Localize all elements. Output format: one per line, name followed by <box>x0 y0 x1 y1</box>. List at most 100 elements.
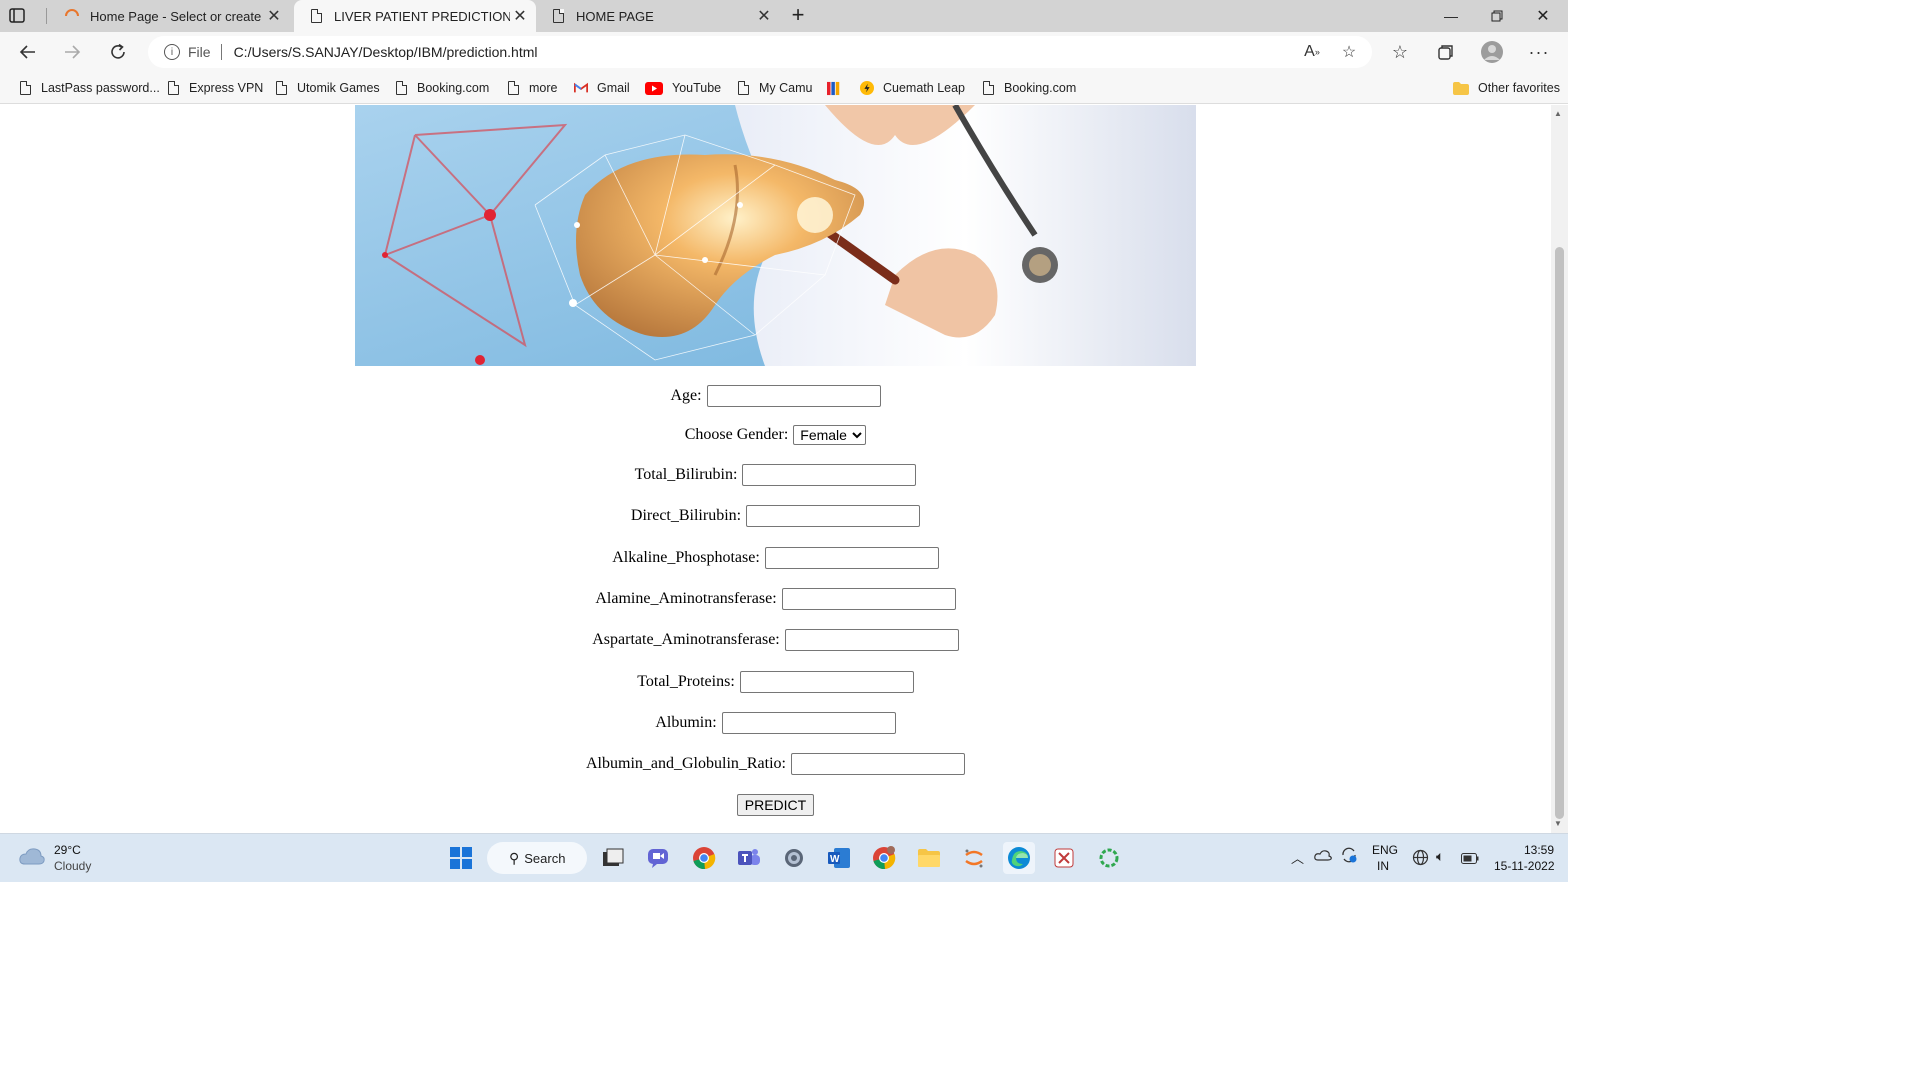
bookmark-youtube[interactable]: YouTube <box>645 78 721 98</box>
close-tab-icon[interactable]: ✕ <box>510 6 530 26</box>
close-tab-icon[interactable]: ✕ <box>754 6 774 26</box>
task-view-icon[interactable] <box>597 842 629 874</box>
loading-spinner-icon <box>64 8 80 24</box>
aspartate-input[interactable] <box>784 629 959 651</box>
back-button[interactable] <box>12 36 44 68</box>
tab-actions-icon[interactable] <box>6 6 28 26</box>
scrollbar-thumb[interactable] <box>1555 247 1564 819</box>
scheme-label: File <box>188 44 211 60</box>
volume-icon[interactable]: 🔈︎ <box>1436 848 1444 865</box>
tab-title: LIVER PATIENT PREDICTION <box>334 8 510 24</box>
total-bilirubin-input[interactable] <box>742 464 917 486</box>
bookmark-my-camu[interactable]: My Camu <box>736 78 812 98</box>
file-explorer-icon[interactable] <box>913 842 945 874</box>
settings-gear-icon[interactable] <box>778 842 810 874</box>
bookmark-label: Booking.com <box>417 81 490 95</box>
predict-button[interactable]: PREDICT <box>736 794 815 816</box>
language-line1[interactable]: ENG <box>1372 843 1398 857</box>
new-tab-button[interactable]: + <box>784 4 812 28</box>
aspartate-row: Aspartate_Aminotransferase: <box>0 629 1551 651</box>
alamine-input[interactable] <box>781 588 956 610</box>
forward-button[interactable] <box>56 36 88 68</box>
bookmark-utomik-games[interactable]: Utomik Games <box>274 78 380 98</box>
liver-doctor-banner-image <box>355 105 1196 366</box>
navigation-toolbar: i File C:/Users/S.SANJAY/Desktop/IBM/pre… <box>0 32 1568 72</box>
circular-app-icon[interactable] <box>1093 842 1125 874</box>
bookmark-booking-2[interactable]: Booking.com <box>981 78 1076 98</box>
total-bilirubin-label: Total_Bilirubin: <box>634 466 738 483</box>
collections-icon[interactable] <box>1430 36 1462 68</box>
bookmark-gmail[interactable]: Gmail <box>574 78 630 98</box>
page-scrollbar[interactable]: ▲ ▼ <box>1551 105 1568 833</box>
folder-icon <box>1453 80 1469 96</box>
chrome-profile-icon[interactable] <box>868 842 900 874</box>
network-globe-icon[interactable] <box>1412 849 1429 871</box>
other-favorites-label: Other favorites <box>1478 81 1560 95</box>
chrome-icon[interactable] <box>688 842 720 874</box>
cloud-icon[interactable] <box>18 846 46 871</box>
alkaline-phosphotase-input[interactable] <box>764 547 939 569</box>
info-icon[interactable]: i <box>164 44 180 60</box>
snipping-tool-icon[interactable] <box>1048 842 1080 874</box>
tab-liver-patient-prediction[interactable]: LIVER PATIENT PREDICTION ✕ <box>294 0 536 32</box>
minimize-button[interactable]: — <box>1428 0 1474 32</box>
taskbar-search[interactable]: ⚲ Search <box>487 842 587 874</box>
windows-start-icon[interactable] <box>445 842 477 874</box>
restore-button[interactable] <box>1474 0 1520 32</box>
refresh-button[interactable] <box>102 36 134 68</box>
battery-icon[interactable] <box>1461 851 1479 869</box>
more-options-icon[interactable]: ··· <box>1523 36 1555 68</box>
direct-bilirubin-input[interactable] <box>746 505 921 527</box>
close-tab-icon[interactable]: ✕ <box>264 6 284 26</box>
ratio-row: Albumin_and_Globulin_Ratio: <box>0 753 1551 775</box>
clock-date[interactable]: 15-11-2022 <box>1494 859 1555 873</box>
bookmark-label: Express VPN <box>189 81 264 95</box>
other-favorites[interactable]: Other favorites <box>1453 78 1560 98</box>
tab-title: HOME PAGE <box>576 8 654 24</box>
submit-row: PREDICT <box>0 794 1551 816</box>
close-window-button[interactable]: ✕ <box>1520 0 1566 32</box>
jupyter-icon[interactable] <box>958 842 990 874</box>
bookmark-lastpass[interactable]: LastPass password... <box>18 78 160 98</box>
gender-label: Choose Gender: <box>684 426 789 443</box>
read-aloud-icon[interactable]: A» <box>1296 36 1328 68</box>
onedrive-icon[interactable] <box>1314 848 1332 866</box>
scroll-down-icon[interactable]: ▼ <box>1554 819 1562 828</box>
tab-home-page[interactable]: Home Page - Select or create a n ✕ <box>50 0 290 32</box>
page-icon <box>550 8 566 24</box>
clock-time[interactable]: 13:59 <box>1524 843 1554 857</box>
teams-icon[interactable] <box>733 842 765 874</box>
search-label: Search <box>524 850 566 866</box>
chevron-up-icon[interactable]: ︿ <box>1291 848 1304 867</box>
total-proteins-input[interactable] <box>739 671 914 693</box>
bookmark-cuemath-leap[interactable]: Cuemath Leap <box>860 78 965 98</box>
gender-select[interactable]: Female <box>793 425 867 445</box>
alkaline-phosphotase-row: Alkaline_Phosphotase: <box>0 547 1551 569</box>
page-icon <box>308 8 324 24</box>
alamine-label: Alamine_Aminotransferase: <box>595 590 777 607</box>
sync-icon[interactable] <box>1340 846 1358 869</box>
bookmark-more[interactable]: more <box>506 78 557 98</box>
language-line2[interactable]: IN <box>1377 859 1389 873</box>
url-text[interactable]: C:/Users/S.SANJAY/Desktop/IBM/prediction… <box>234 44 538 60</box>
bookmark-booking[interactable]: Booking.com <box>394 78 489 98</box>
profile-avatar[interactable] <box>1476 36 1508 68</box>
total-proteins-label: Total_Proteins: <box>637 673 735 690</box>
add-favorite-icon[interactable]: ☆ <box>1333 36 1365 68</box>
favorites-icon[interactable]: ☆ <box>1384 36 1416 68</box>
scroll-up-icon[interactable]: ▲ <box>1554 109 1562 118</box>
chat-icon[interactable] <box>642 842 674 874</box>
tab-home-page-2[interactable]: HOME PAGE ✕ <box>536 0 780 32</box>
bookmark-express-vpn[interactable]: Express VPN <box>166 78 263 98</box>
word-icon[interactable]: W <box>823 842 855 874</box>
albumin-input[interactable] <box>721 712 896 734</box>
ratio-input[interactable] <box>791 753 965 775</box>
tab-title: Home Page - Select or create a n <box>90 8 264 24</box>
gmail-icon <box>574 80 588 96</box>
age-input[interactable] <box>706 385 881 407</box>
address-separator <box>220 44 222 60</box>
page-icon <box>18 80 32 96</box>
address-bar[interactable]: i File C:/Users/S.SANJAY/Desktop/IBM/pre… <box>148 36 1372 68</box>
edge-icon[interactable] <box>1003 842 1035 874</box>
bookmark-colorful-bars[interactable] <box>827 78 850 98</box>
